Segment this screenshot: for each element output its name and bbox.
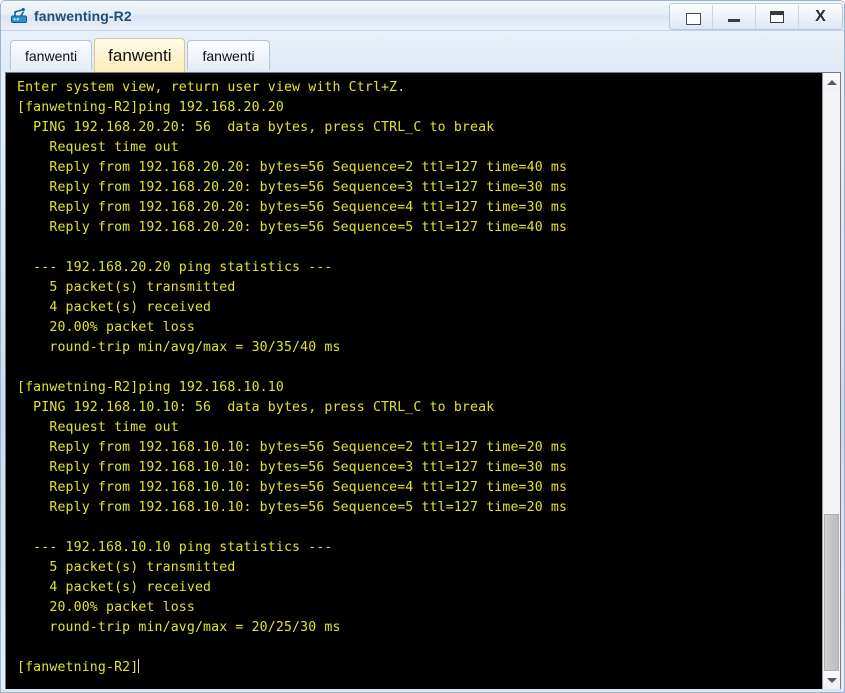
scroll-up-button[interactable] (823, 73, 840, 91)
terminal-line: 5 packet(s) transmitted (17, 280, 236, 295)
terminal-line: round-trip min/avg/max = 20/25/30 ms (17, 620, 341, 635)
terminal-line: [fanwetning-R2] (17, 659, 140, 675)
close-window-button[interactable]: X (799, 5, 842, 28)
window-title: fanwenting-R2 (34, 7, 132, 24)
terminal-line: --- 192.168.20.20 ping statistics --- (17, 260, 333, 275)
terminal-line: round-trip min/avg/max = 30/35/40 ms (17, 340, 341, 355)
terminal-panel: Enter system view, return user view with… (5, 72, 841, 690)
titlebar: fanwenting-R2 X (1, 1, 844, 31)
terminal-line: 5 packet(s) transmitted (17, 560, 236, 575)
router-icon (9, 6, 29, 26)
minimize-window-button[interactable] (713, 5, 756, 28)
tab-fanwenti-1[interactable]: fanwenti (10, 40, 93, 70)
terminal-line: 4 packet(s) received (17, 580, 212, 595)
chevron-down-icon (826, 677, 837, 683)
terminal-line-list: Enter system view, return user view with… (6, 78, 822, 678)
maximize-icon (770, 10, 784, 23)
maximize-window-button[interactable] (756, 5, 799, 28)
terminal-line: Reply from 192.168.10.10: bytes=56 Seque… (17, 500, 568, 515)
terminal-line: PING 192.168.20.20: 56 data bytes, press… (17, 120, 495, 135)
terminal-line: [fanwetning-R2]ping 192.168.20.20 (17, 100, 284, 115)
vertical-scrollbar[interactable] (822, 73, 840, 689)
terminal-line: 4 packet(s) received (17, 300, 212, 315)
tab-label: fanwenti (202, 47, 255, 64)
scrollbar-thumb[interactable] (824, 514, 839, 671)
terminal-line: Request time out (17, 140, 179, 155)
minimize-icon (728, 19, 740, 22)
terminal-line: Reply from 192.168.20.20: bytes=56 Seque… (17, 200, 568, 215)
terminal-window: fanwenting-R2 X fanwenti fanwenti fanwen… (0, 0, 845, 693)
close-icon: X (815, 7, 826, 25)
terminal-line: Reply from 192.168.10.10: bytes=56 Seque… (17, 480, 568, 495)
text-cursor (138, 659, 140, 673)
terminal-line: Reply from 192.168.20.20: bytes=56 Seque… (17, 160, 568, 175)
terminal-line: 20.00% packet loss (17, 600, 195, 615)
terminal-line: [fanwetning-R2]ping 192.168.10.10 (17, 380, 284, 395)
terminal-line: Reply from 192.168.20.20: bytes=56 Seque… (17, 220, 568, 235)
restore-window-button[interactable] (670, 5, 713, 28)
terminal-line: Reply from 192.168.10.10: bytes=56 Seque… (17, 460, 568, 475)
restore-icon (681, 8, 701, 25)
scroll-down-button[interactable] (823, 671, 840, 689)
tab-fanwenti-2[interactable]: fanwenti (94, 38, 186, 72)
terminal-line: --- 192.168.10.10 ping statistics --- (17, 540, 333, 555)
tab-fanwenti-3[interactable]: fanwenti (187, 40, 270, 70)
tab-strip: fanwenti fanwenti fanwenti (1, 31, 844, 72)
terminal-line: Request time out (17, 420, 179, 435)
chevron-up-icon (826, 79, 837, 85)
scrollbar-track[interactable] (823, 91, 840, 671)
terminal-line: 20.00% packet loss (17, 320, 195, 335)
terminal-line: Reply from 192.168.20.20: bytes=56 Seque… (17, 180, 568, 195)
terminal-line: Reply from 192.168.10.10: bytes=56 Seque… (17, 440, 568, 455)
window-controls: X (669, 3, 843, 30)
tab-label: fanwenti (108, 45, 172, 65)
terminal-output[interactable]: Enter system view, return user view with… (6, 73, 822, 689)
terminal-line: Enter system view, return user view with… (17, 80, 406, 95)
tab-label: fanwenti (25, 47, 78, 64)
window-bottom-edge (1, 689, 844, 692)
terminal-line: PING 192.168.10.10: 56 data bytes, press… (17, 400, 495, 415)
